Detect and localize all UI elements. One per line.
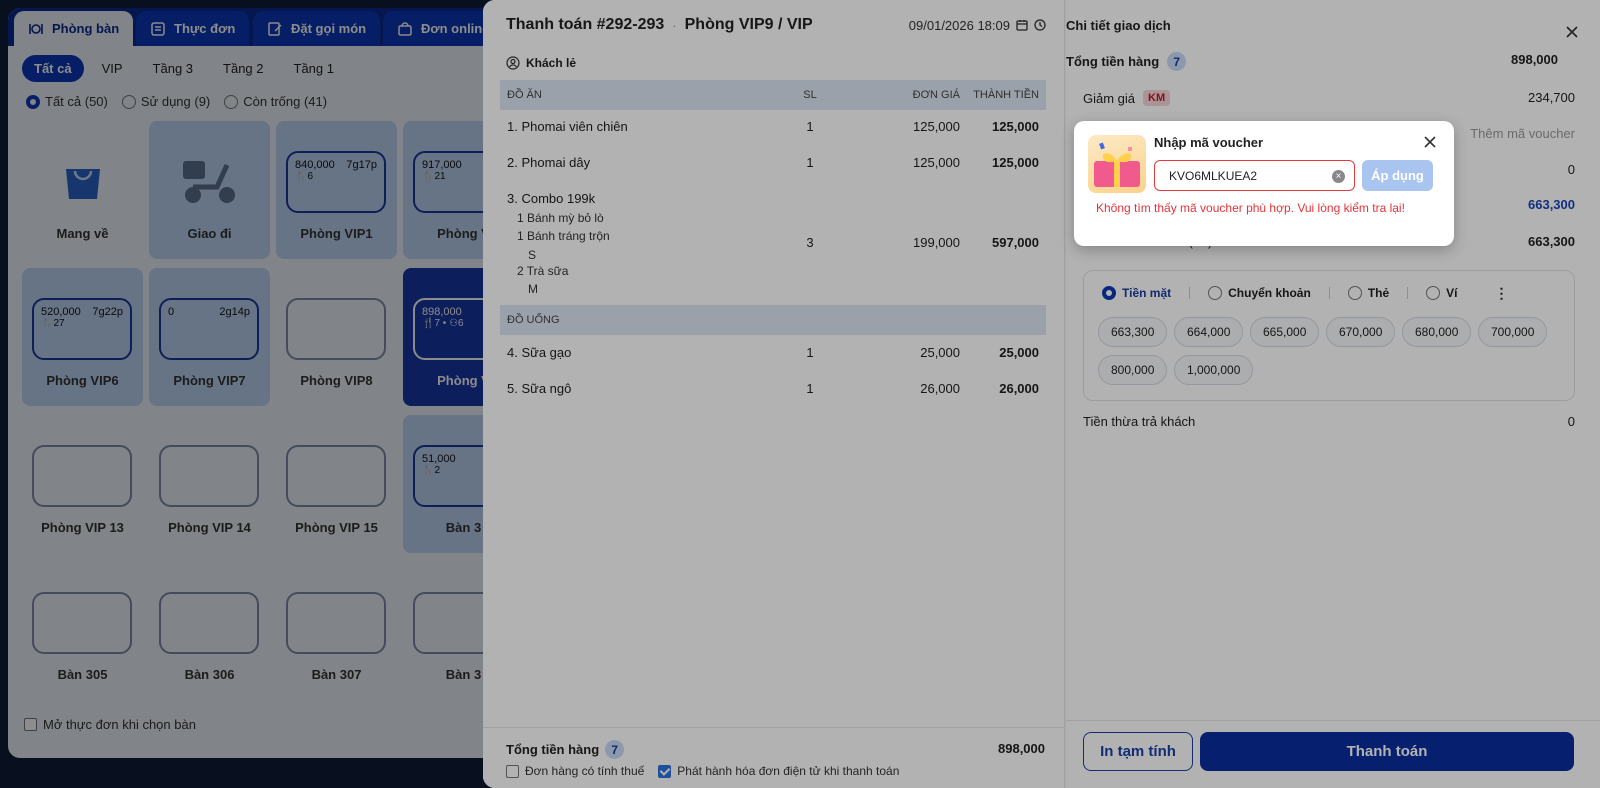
- close-icon[interactable]: [1422, 134, 1438, 150]
- voucher-popup: Nhập mã voucher KVO6MLKUEA2 × Áp dụng Kh…: [1074, 121, 1454, 246]
- payment-modal: Thanh toán #292-293 · Phòng VIP9 / VIP 0…: [483, 0, 1600, 788]
- gift-icon: [1088, 135, 1146, 193]
- voucher-code-input[interactable]: KVO6MLKUEA2 ×: [1154, 160, 1355, 191]
- clear-icon[interactable]: ×: [1332, 170, 1345, 183]
- voucher-title: Nhập mã voucher: [1154, 135, 1264, 150]
- apply-voucher-button[interactable]: Áp dụng: [1362, 160, 1433, 191]
- modal-backdrop[interactable]: [483, 0, 1600, 788]
- voucher-error-message: Không tìm thấy mã voucher phù hợp. Vui l…: [1096, 201, 1405, 215]
